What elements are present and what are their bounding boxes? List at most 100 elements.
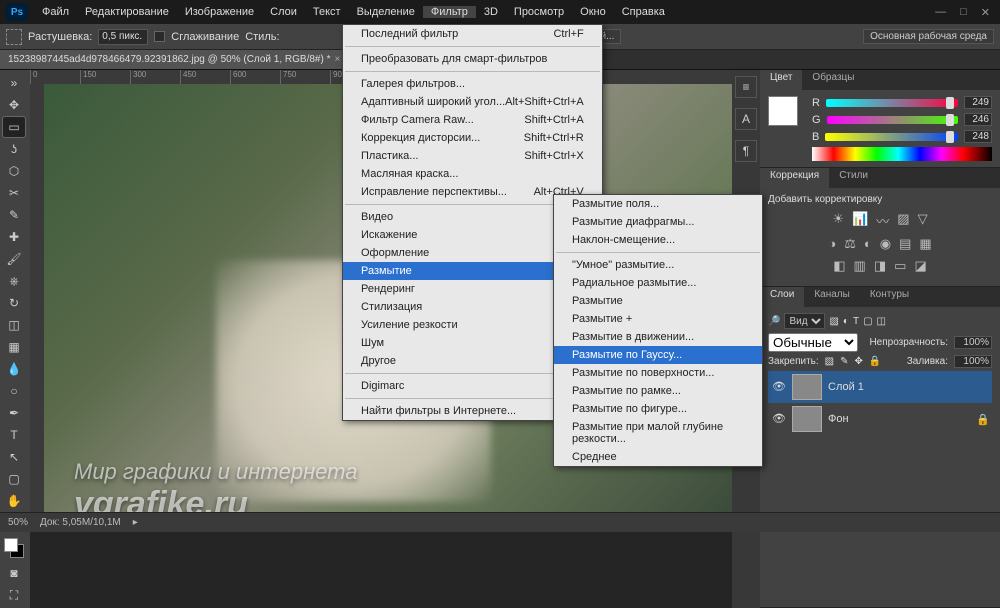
hand-tool[interactable]: ✋ [3,491,25,511]
layer-row-1[interactable]: 👁 Слой 1 [768,371,992,403]
eyedropper-tool[interactable]: ✎ [3,205,25,225]
antialias-checkbox[interactable] [154,31,165,42]
adjustments-tab[interactable]: Коррекция [760,168,829,188]
menu-filter-gallery[interactable]: Галерея фильтров... [343,75,602,93]
layer-name[interactable]: Фон [828,413,849,425]
filter-text-icon[interactable]: T [853,316,859,327]
blend-mode-select[interactable]: Обычные [768,333,858,352]
move-tool[interactable]: ✥ [3,95,25,115]
stamp-tool[interactable]: ⎈ [3,271,25,291]
swatches-tab[interactable]: Образцы [802,70,864,90]
g-slider[interactable] [827,116,958,124]
balance-icon[interactable]: ⚖ [844,236,856,252]
menu-adaptive-wide[interactable]: Адаптивный широкий угол...Alt+Shift+Ctrl… [343,93,602,111]
layers-tab[interactable]: Слои [760,287,804,307]
dodge-tool[interactable]: ○ [3,381,25,401]
filter-pixel-icon[interactable]: ▧ [829,316,838,327]
opacity-input[interactable] [954,336,992,349]
collapse-icon[interactable]: » [3,73,25,93]
zoom-level[interactable]: 50% [8,517,28,528]
workspace-dropdown[interactable]: Основная рабочая среда [863,29,994,44]
lock-brush-icon[interactable]: ✎ [840,356,848,367]
menu-oil-paint[interactable]: Масляная краска... [343,165,602,183]
fill-input[interactable] [954,355,992,368]
photofilter-icon[interactable]: ◉ [880,236,891,252]
blur-field[interactable]: Размытие поля... [554,195,762,213]
character-panel-icon[interactable]: A [735,108,757,130]
maximize-icon[interactable]: □ [960,6,967,19]
filter-shape-icon[interactable]: ▢ [863,316,872,327]
blur-surface[interactable]: Размытие по поверхности... [554,364,762,382]
pen-tool[interactable]: ✒ [3,403,25,423]
crop-tool[interactable]: ✂ [3,183,25,203]
blur-lens[interactable]: Размытие при малой глубине резкости... [554,418,762,448]
blur-iris[interactable]: Размытие диафрагмы... [554,213,762,231]
vibrance-icon[interactable]: ▽ [918,211,928,230]
menu-edit[interactable]: Редактирование [77,6,177,18]
history-panel-icon[interactable]: ≡ [735,76,757,98]
foreground-color[interactable] [4,538,18,552]
healing-tool[interactable]: ✚ [3,227,25,247]
document-tab[interactable]: 15238987445ad4d978466479.92391862.jpg @ … [0,50,348,69]
r-value[interactable]: 249 [964,96,992,109]
layer-filter-search-icon[interactable]: 🔎 [768,316,780,327]
lookup-icon[interactable]: ▦ [919,236,931,252]
blur-box[interactable]: Размытие по рамке... [554,382,762,400]
lock-move-icon[interactable]: ✥ [855,356,863,367]
menu-camera-raw[interactable]: Фильтр Camera Raw...Shift+Ctrl+A [343,111,602,129]
threshold-icon[interactable]: ◨ [874,258,886,274]
mixer-icon[interactable]: ▤ [899,236,911,252]
styles-tab[interactable]: Стили [829,168,878,188]
channels-tab[interactable]: Каналы [804,287,860,307]
menu-text[interactable]: Текст [305,6,349,18]
menu-last-filter[interactable]: Последний фильтрCtrl+F [343,25,602,43]
menu-3d[interactable]: 3D [476,6,506,18]
blur-tilt[interactable]: Наклон-смещение... [554,231,762,249]
posterize-icon[interactable]: ▥ [854,258,866,274]
menu-file[interactable]: Файл [34,6,77,18]
history-brush-tool[interactable]: ↻ [3,293,25,313]
menu-window[interactable]: Окно [572,6,614,18]
path-tool[interactable]: ↖ [3,447,25,467]
g-value[interactable]: 246 [964,113,992,126]
menu-help[interactable]: Справка [614,6,673,18]
invert-icon[interactable]: ◧ [833,258,845,274]
feather-input[interactable] [98,29,148,45]
blur-gaussian[interactable]: Размытие по Гауссу... [554,346,762,364]
blur-shape[interactable]: Размытие по фигуре... [554,400,762,418]
r-slider[interactable] [826,99,958,107]
b-value[interactable]: 248 [964,130,992,143]
color-ramp[interactable] [812,147,992,161]
visibility-icon[interactable]: 👁 [772,412,786,426]
blur-tool[interactable]: 💧 [3,359,25,379]
layer-row-bg[interactable]: 👁 Фон 🔒 [768,403,992,435]
blur-motion[interactable]: Размытие в движении... [554,328,762,346]
blur-radial[interactable]: Радиальное размытие... [554,274,762,292]
filter-adjust-icon[interactable]: ◐ [843,316,849,327]
menu-liquify[interactable]: Пластика...Shift+Ctrl+X [343,147,602,165]
status-arrow-icon[interactable]: ▸ [133,517,138,528]
curves-icon[interactable]: 〰 [876,211,889,230]
lock-pixel-icon[interactable]: ▧ [825,356,834,367]
shape-tool[interactable]: ▢ [3,469,25,489]
lasso-tool[interactable]: ʖ [3,139,25,159]
layer-filter-type[interactable]: Вид [784,313,825,329]
quickselect-tool[interactable]: ⬡ [3,161,25,181]
levels-icon[interactable]: 📊 [852,211,868,230]
visibility-icon[interactable]: 👁 [772,380,786,394]
minimize-icon[interactable]: — [935,6,946,19]
blur-more[interactable]: Размытие + [554,310,762,328]
menu-image[interactable]: Изображение [177,6,262,18]
blur-smart[interactable]: "Умное" размытие... [554,256,762,274]
eraser-tool[interactable]: ◫ [3,315,25,335]
exposure-icon[interactable]: ▨ [897,211,909,230]
gradient-tool[interactable]: ▦ [3,337,25,357]
filter-smart-icon[interactable]: ◫ [877,316,886,327]
gradient-map-icon[interactable]: ▭ [894,258,906,274]
paragraph-panel-icon[interactable]: ¶ [735,140,757,162]
menu-select[interactable]: Выделение [349,6,423,18]
menu-layers[interactable]: Слои [262,6,305,18]
lock-all-icon[interactable]: 🔒 [869,356,881,367]
marquee-tool[interactable]: ▭ [3,117,25,137]
screenmode-tool[interactable]: ⛶ [3,585,25,605]
